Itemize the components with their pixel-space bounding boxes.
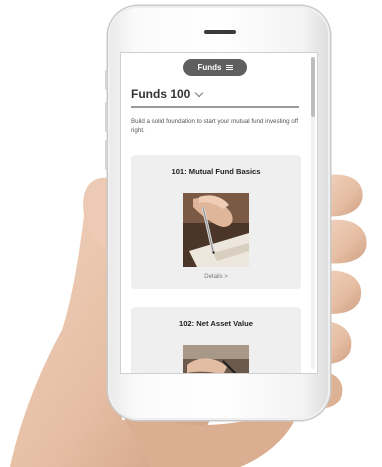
pen-writing-image bbox=[183, 345, 249, 373]
funds-menu-label: Funds bbox=[197, 63, 222, 72]
course-thumbnail-pen-writing[interactable] bbox=[183, 193, 249, 267]
speaker-grille bbox=[204, 30, 236, 34]
volume-up-button bbox=[105, 102, 108, 132]
pen-writing-image bbox=[183, 193, 249, 267]
funds-menu-button[interactable]: Funds bbox=[183, 59, 247, 76]
course-thumbnail-pen-writing[interactable] bbox=[183, 345, 249, 373]
title-divider bbox=[131, 106, 299, 108]
scrollbar[interactable] bbox=[311, 57, 315, 369]
course-card[interactable]: 102: Net Asset Value bbox=[131, 307, 301, 373]
details-link[interactable]: Details > bbox=[131, 274, 301, 280]
course-card-title: 102: Net Asset Value bbox=[178, 319, 253, 328]
home-button-area bbox=[108, 374, 330, 420]
page-title: Funds 100 bbox=[131, 87, 191, 101]
course-card-title: 101: Mutual Fund Basics bbox=[171, 167, 261, 176]
chevron-down-icon bbox=[195, 88, 204, 97]
course-card[interactable]: 101: Mutual Fund Basics Details > bbox=[131, 155, 301, 289]
volume-down-button bbox=[105, 140, 108, 170]
smartphone: Funds Funds 100 Build a solid foundation… bbox=[105, 6, 330, 420]
scrollbar-thumb[interactable] bbox=[311, 57, 315, 117]
side-button bbox=[105, 70, 108, 90]
page-title-dropdown[interactable]: Funds 100 bbox=[131, 87, 204, 101]
scene: Funds Funds 100 Build a solid foundation… bbox=[0, 0, 382, 467]
phone-screen[interactable]: Funds Funds 100 Build a solid foundation… bbox=[120, 52, 318, 374]
hamburger-menu-icon bbox=[225, 64, 233, 71]
intro-text: Build a solid foundation to start your m… bbox=[131, 118, 299, 134]
